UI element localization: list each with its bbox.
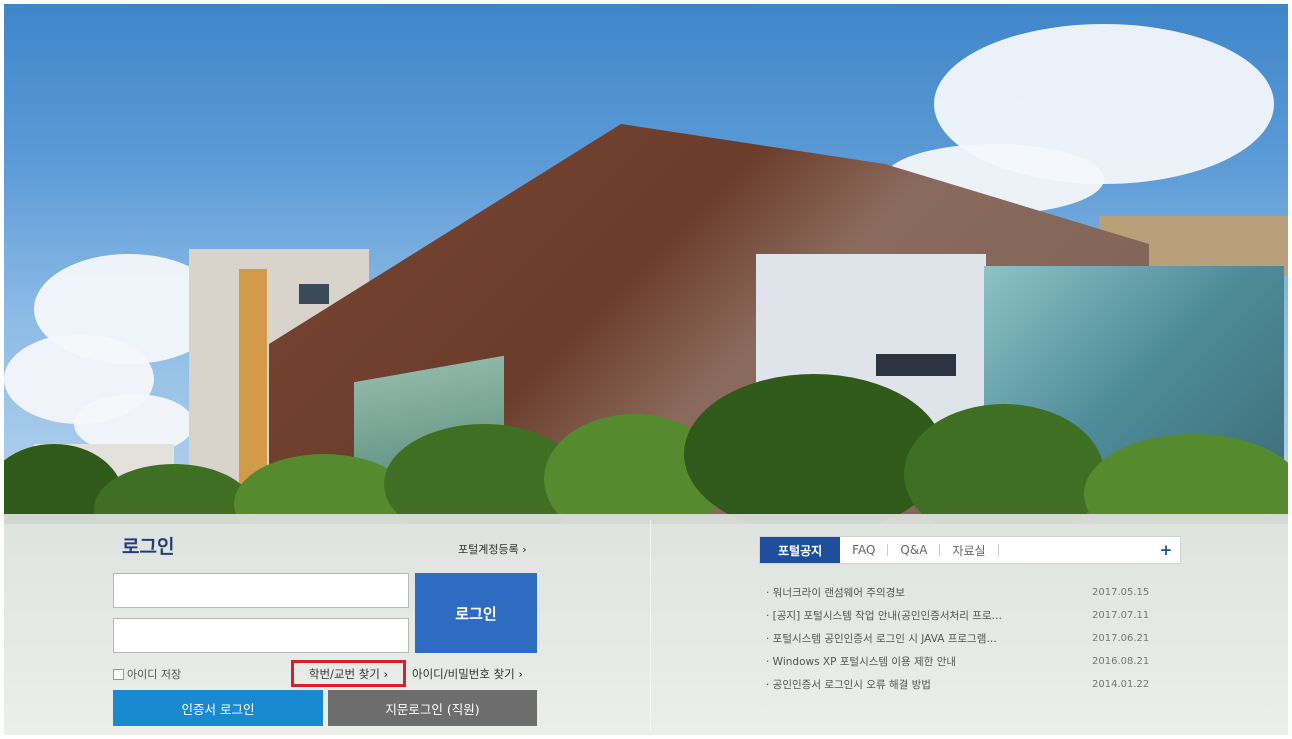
list-item[interactable]: · [공지] 포털시스템 작업 안내(공인인증서처리 프로… 2017.07.1… [766,604,1162,627]
tab-archive[interactable]: 자료실 [940,537,997,563]
remember-id-checkbox[interactable] [113,668,124,680]
remember-id-label: 아이디 저장 [127,668,182,681]
notice-title[interactable]: · 워너크라이 랜섬웨어 주의경보 [766,585,905,600]
list-item[interactable]: · 포털시스템 공인인증서 로그인 시 JAVA 프로그램… 2017.06.2… [766,627,1162,650]
list-item[interactable]: · Windows XP 포털시스템 이용 제한 안내 2016.08.21 [766,650,1162,673]
notice-title[interactable]: · 공인인증서 로그인시 오류 해결 방법 [766,677,931,692]
fingerprint-login-button[interactable]: 지문로그인 (직원) [328,690,537,726]
more-plus-icon[interactable]: + [1152,537,1180,563]
remember-id[interactable]: 아이디 저장 [113,666,181,682]
tab-separator [997,544,999,556]
notice-date: 2017.07.11 [1092,610,1150,621]
notice-tabs: 포털공지 FAQ Q&A 자료실 + [759,536,1181,564]
portal-register-link[interactable]: 포털계정등록 › [458,541,527,557]
tab-portal-notice[interactable]: 포털공지 [760,537,841,563]
find-id-password-link[interactable]: 아이디/비밀번호 찾기 › [412,666,523,682]
notice-date: 2017.06.21 [1092,633,1150,644]
password-input-field[interactable] [114,619,408,652]
page-frame: 로그인 포털계정등록 › 로그인 아이디 저장 학번/교번 찾기 › 아이디/비… [4,4,1288,735]
tab-qna[interactable]: Q&A [888,537,939,563]
login-button[interactable]: 로그인 [415,573,537,653]
notice-title[interactable]: · [공지] 포털시스템 작업 안내(공인인증서처리 프로… [766,608,1002,623]
find-student-id-link[interactable]: 학번/교번 찾기 › [291,660,406,687]
tree [684,374,944,524]
id-input-field[interactable] [114,574,408,607]
list-item[interactable]: · 공인인증서 로그인시 오류 해결 방법 2014.01.22 [766,673,1162,696]
password-input[interactable] [113,618,409,653]
id-input[interactable] [113,573,409,608]
notice-list: · 워너크라이 랜섬웨어 주의경보 2017.05.15 · [공지] 포털시스… [766,581,1162,696]
campus-hero-image [4,4,1288,524]
panel-divider [650,520,651,730]
tab-faq[interactable]: FAQ [840,537,887,563]
notice-date: 2016.08.21 [1092,656,1150,667]
list-item[interactable]: · 워너크라이 랜섬웨어 주의경보 2017.05.15 [766,581,1162,604]
notice-date: 2014.01.22 [1092,679,1150,690]
notice-title[interactable]: · Windows XP 포털시스템 이용 제한 안내 [766,654,956,669]
notice-date: 2017.05.15 [1092,587,1150,598]
notice-title[interactable]: · 포털시스템 공인인증서 로그인 시 JAVA 프로그램… [766,631,997,646]
login-title: 로그인 [122,536,175,558]
certificate-login-button[interactable]: 인증서 로그인 [113,690,323,726]
